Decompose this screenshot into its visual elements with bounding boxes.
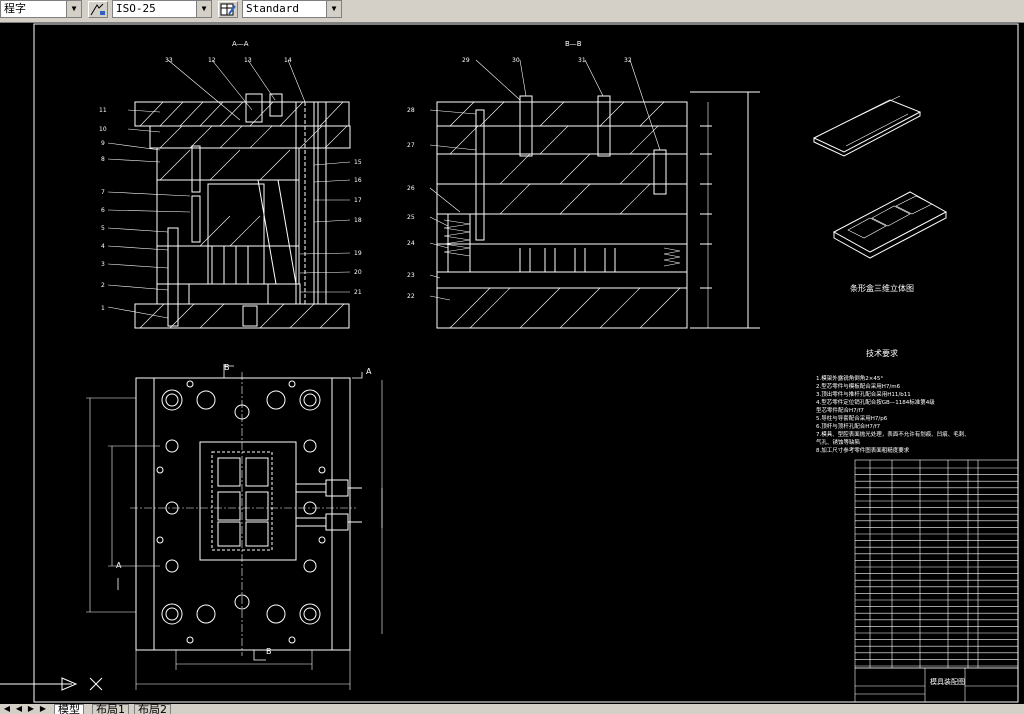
svg-text:28: 28 bbox=[407, 107, 415, 114]
dimension-style-icon[interactable] bbox=[88, 1, 108, 18]
tech-note: 3.顶出零件与推杆孔配合采用H11/b11 bbox=[816, 390, 911, 398]
svg-text:29: 29 bbox=[462, 57, 470, 64]
tab-layout1[interactable]: 布局1 bbox=[92, 704, 129, 714]
tech-note: 8.加工尺寸参考零件图表面粗糙度要求 bbox=[816, 446, 910, 454]
svg-text:22: 22 bbox=[407, 293, 415, 300]
styles-toolbar: 程字 ▼ ISO-25 ▼ Standard ▼ bbox=[0, 0, 1024, 23]
svg-text:1: 1 bbox=[101, 305, 105, 312]
section-aa-label: A—A bbox=[232, 40, 249, 48]
svg-text:11: 11 bbox=[99, 107, 107, 114]
section-marker-a-left: A bbox=[116, 561, 122, 570]
svg-text:9: 9 bbox=[101, 140, 105, 147]
tab-model[interactable]: 模型 bbox=[54, 704, 84, 714]
tab-layout2[interactable]: 布局2 bbox=[134, 704, 171, 714]
iso-caption: 条形盒三维立体图 bbox=[850, 283, 914, 293]
tech-note: 5.导柱与导套配合采用H7/p6 bbox=[816, 414, 888, 422]
tech-note: 型芯零件配合H7/f7 bbox=[816, 406, 864, 414]
parts-list-table: 模具装配图 bbox=[854, 459, 1019, 703]
next-tab-icon[interactable]: ▶ bbox=[26, 704, 36, 714]
svg-text:12: 12 bbox=[208, 57, 216, 64]
svg-text:33: 33 bbox=[165, 57, 173, 64]
svg-text:20: 20 bbox=[354, 269, 362, 276]
technical-requirements: 技术要求 1.模架外露锐角倒角2×45° 2.型芯零件与模板配合采用H7/m6 … bbox=[816, 348, 970, 454]
plan-holes bbox=[156, 380, 326, 644]
svg-text:7: 7 bbox=[101, 189, 105, 196]
svg-text:26: 26 bbox=[407, 185, 415, 192]
svg-text:15: 15 bbox=[354, 159, 362, 166]
svg-text:19: 19 bbox=[354, 250, 362, 257]
svg-text:24: 24 bbox=[407, 240, 415, 247]
tech-note: 气孔、锈蚀等缺陷 bbox=[816, 438, 860, 446]
svg-text:32: 32 bbox=[624, 57, 632, 64]
svg-text:17: 17 bbox=[354, 197, 362, 204]
svg-text:16: 16 bbox=[354, 177, 362, 184]
tech-note: 6.顶杆与顶杆孔配合H7/f7 bbox=[816, 422, 881, 430]
svg-text:6: 6 bbox=[101, 207, 105, 214]
table-style-dropdown[interactable]: Standard ▼ bbox=[242, 0, 342, 18]
table-style-value: Standard bbox=[246, 2, 299, 15]
first-tab-icon[interactable]: ◀ bbox=[2, 704, 12, 714]
chevron-down-icon[interactable]: ▼ bbox=[196, 1, 211, 17]
section-bb-label: B—B bbox=[565, 40, 582, 48]
section-marker-a-right: A bbox=[366, 367, 372, 376]
svg-text:5: 5 bbox=[101, 225, 105, 232]
tech-note: 1.模架外露锐角倒角2×45° bbox=[816, 374, 883, 382]
layout-tabs-bar: ◀ ◀ ▶ ▶ 模型 布局1 布局2 bbox=[0, 704, 1024, 714]
table-style-icon[interactable] bbox=[218, 1, 238, 18]
svg-text:27: 27 bbox=[407, 142, 415, 149]
prev-tab-icon[interactable]: ◀ bbox=[14, 704, 24, 714]
dim-style-value: ISO-25 bbox=[116, 2, 156, 15]
section-bb-view: B—B 28 27 26 25 24 23 22 29 30 31 32 bbox=[407, 40, 760, 329]
last-tab-icon[interactable]: ▶ bbox=[38, 704, 48, 714]
section-marker-b-bottom: B bbox=[266, 647, 272, 656]
isometric-part-views: 条形盒三维立体图 bbox=[812, 95, 948, 293]
title-block-name: 模具装配图 bbox=[930, 677, 965, 686]
svg-text:30: 30 bbox=[512, 57, 520, 64]
section-marker-b-top: B bbox=[224, 363, 230, 372]
section-aa-view: A—A 1 2 3 4 5 6 7 8 9 10 11 33 12 13 14 … bbox=[99, 40, 362, 329]
text-style-value: 程字 bbox=[4, 2, 26, 15]
svg-text:4: 4 bbox=[101, 243, 105, 250]
text-style-dropdown[interactable]: 程字 ▼ bbox=[0, 0, 82, 18]
svg-text:25: 25 bbox=[407, 214, 415, 221]
svg-text:13: 13 bbox=[244, 57, 252, 64]
drawing-canvas[interactable]: A—A 1 2 3 4 5 6 7 8 9 10 11 33 12 13 14 … bbox=[0, 22, 1024, 704]
svg-text:2: 2 bbox=[101, 282, 105, 289]
svg-text:21: 21 bbox=[354, 289, 362, 296]
svg-text:3: 3 bbox=[101, 261, 105, 268]
svg-text:18: 18 bbox=[354, 217, 362, 224]
dim-style-dropdown[interactable]: ISO-25 ▼ bbox=[112, 0, 212, 18]
svg-text:14: 14 bbox=[284, 57, 292, 64]
part-number-labels-bb: 28 27 26 25 24 23 22 29 30 31 32 bbox=[407, 57, 632, 300]
tech-note: 4.型芯零件定位销孔配合按GB—1184标准第4级 bbox=[816, 398, 935, 406]
svg-text:23: 23 bbox=[407, 272, 415, 279]
plan-view: B B A A bbox=[86, 363, 383, 690]
chevron-down-icon[interactable]: ▼ bbox=[66, 1, 81, 17]
svg-text:8: 8 bbox=[101, 156, 105, 163]
chevron-down-icon[interactable]: ▼ bbox=[326, 1, 341, 17]
ucs-axis-icon bbox=[0, 677, 103, 691]
tech-note: 2.型芯零件与模板配合采用H7/m6 bbox=[816, 382, 901, 390]
tech-title: 技术要求 bbox=[866, 348, 898, 358]
tech-note: 7.模具、型腔表面抛光处理，表面不允许有划痕、凹痕、毛刺、 bbox=[816, 430, 970, 438]
svg-text:10: 10 bbox=[99, 126, 107, 133]
svg-text:31: 31 bbox=[578, 57, 586, 64]
